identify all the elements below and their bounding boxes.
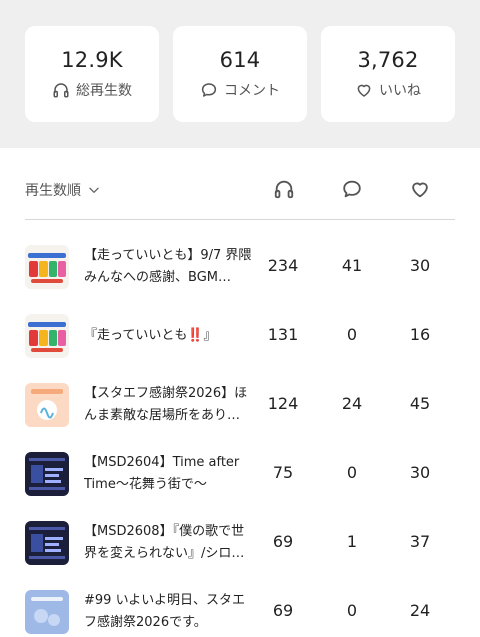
episode-thumbnail [25, 314, 69, 358]
play-count: 69 [272, 601, 294, 620]
list-item[interactable]: #99 いよいよ明日、スタエフ感謝祭2026です。 69 0 24 [25, 579, 455, 637]
comments-value: 614 [219, 48, 261, 72]
comments-label: コメント [224, 83, 280, 99]
like-count: 24 [409, 601, 431, 620]
like-count: 45 [409, 394, 431, 413]
comment-count: 0 [346, 463, 358, 482]
comment-count: 24 [341, 394, 363, 413]
episode-title: 【MSD2604】Time after Time〜花舞う街で〜 [84, 455, 240, 492]
heart-icon [412, 182, 428, 198]
comments-card: 614 コメント [173, 26, 307, 122]
episode-thumbnail [25, 245, 69, 289]
episode-title: 【スタエフ感謝祭2026】ほんま素敵な居場所をあり… [84, 386, 248, 423]
episode-title: #99 いよいよ明日、スタエフ感謝祭2026です。 [84, 593, 246, 630]
like-count: 16 [409, 325, 431, 344]
list-item[interactable]: 【スタエフ感謝祭2026】ほんま素敵な居場所をあり… 124 24 45 [25, 372, 455, 438]
total-plays-label: 総再生数 [76, 83, 132, 99]
headphones-icon [274, 180, 294, 199]
chevron-down-icon [89, 187, 99, 193]
list-item[interactable]: 【走っていいとも】9/7 界隈みんなへの感謝、BGM… 234 41 30 [25, 234, 455, 300]
sort-dropdown[interactable]: 再生数順 [25, 180, 101, 200]
like-count: 30 [409, 256, 431, 275]
likes-label: いいね [379, 83, 421, 99]
headphones-icon [53, 83, 69, 98]
episode-title: 【走っていいとも】9/7 界隈みんなへの感謝、BGM… [84, 248, 252, 285]
episode-thumbnail [25, 383, 69, 427]
total-plays-value: 12.9K [61, 48, 123, 72]
episode-title: 【MSD2608】『僕の歌で世界を変えられない』/シロ… [84, 524, 245, 561]
play-count: 69 [272, 532, 294, 551]
summary-area: 12.9K 総再生数 614 コメント 3,762 いいね [0, 0, 480, 148]
comment-count: 0 [346, 601, 358, 620]
comment-count: 41 [341, 256, 363, 275]
total-plays-card: 12.9K 総再生数 [25, 26, 159, 122]
play-count: 75 [272, 463, 294, 482]
episode-list: 再生数順 【走っていいとも】9/7 界隈みんなへの感謝、BGM… 234 41 … [0, 148, 480, 634]
episode-thumbnail [25, 590, 69, 634]
play-count: 234 [267, 256, 299, 275]
comment-icon [201, 83, 217, 97]
list-item[interactable]: 【MSD2608】『僕の歌で世界を変えられない』/シロ… 69 1 37 [25, 510, 455, 576]
stats-cards: 12.9K 総再生数 614 コメント 3,762 いいね [25, 26, 455, 122]
list-header: 再生数順 [25, 148, 455, 220]
comment-count: 0 [346, 325, 358, 344]
heart-icon [357, 84, 371, 97]
list-item[interactable]: 【MSD2604】Time after Time〜花舞う街で〜 75 0 30 [25, 441, 455, 507]
likes-card: 3,762 いいね [321, 26, 455, 122]
comment-count: 1 [346, 532, 358, 551]
like-count: 30 [409, 463, 431, 482]
sort-label: 再生数順 [25, 183, 81, 199]
play-count: 131 [267, 325, 299, 344]
like-count: 37 [409, 532, 431, 551]
episode-thumbnail [25, 452, 69, 496]
likes-value: 3,762 [357, 48, 419, 72]
list-item[interactable]: 『走っていいとも‼️』 131 0 16 [25, 303, 455, 369]
episode-thumbnail [25, 521, 69, 565]
comment-icon [343, 180, 361, 198]
play-count: 124 [267, 394, 299, 413]
episode-title: 『走っていいとも‼️』 [84, 328, 217, 343]
